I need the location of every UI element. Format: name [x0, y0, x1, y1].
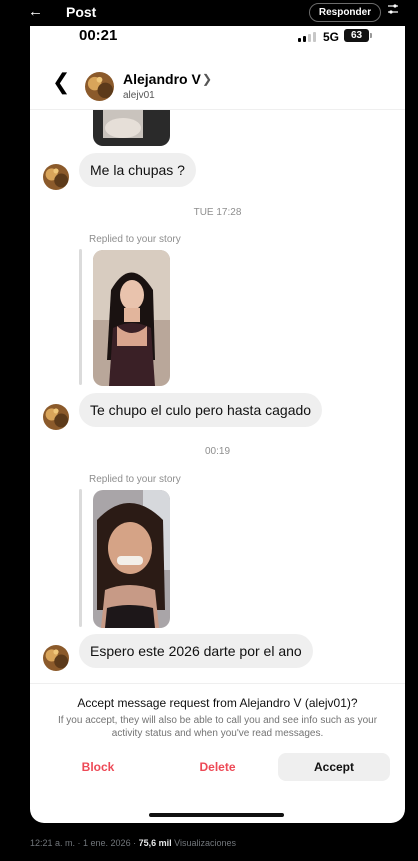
- chevron-right-icon[interactable]: ❯: [202, 72, 212, 86]
- chevron-left-icon[interactable]: ❮: [52, 70, 70, 95]
- quote-bar: [79, 489, 82, 627]
- story-thumbnail[interactable]: [93, 490, 170, 628]
- sliders-icon[interactable]: [387, 3, 399, 18]
- quote-bar: [79, 249, 82, 385]
- back-arrow-icon[interactable]: ←: [28, 3, 43, 20]
- network-label: 5G: [323, 30, 340, 44]
- views-count: 75,6 mil: [138, 838, 172, 848]
- post-title: Post: [66, 4, 97, 20]
- post-meta: 12:21 a. m. · 1 ene. 2026 · 75,6 mil Vis…: [30, 838, 236, 848]
- status-bar: 00:21 5G 63: [30, 26, 405, 48]
- avatar[interactable]: [43, 645, 69, 671]
- contact-name[interactable]: Alejandro V: [123, 71, 201, 87]
- status-time: 00:21: [79, 27, 118, 44]
- story-thumbnail-partial[interactable]: [93, 110, 170, 146]
- avatar[interactable]: [43, 404, 69, 430]
- avatar[interactable]: [43, 164, 69, 190]
- accept-button[interactable]: Accept: [278, 753, 390, 781]
- story-thumbnail[interactable]: [93, 250, 170, 386]
- post-top-bar: ← Post Responder: [0, 0, 418, 26]
- message-bubble[interactable]: Espero este 2026 darte por el ano: [79, 634, 313, 668]
- request-subtext: If you accept, they will also be able to…: [57, 715, 378, 739]
- reply-button[interactable]: Responder: [309, 3, 381, 22]
- message-bubble[interactable]: Me la chupas ?: [79, 153, 196, 187]
- message-bubble[interactable]: Te chupo el culo pero hasta cagado: [79, 393, 323, 427]
- chat-header: ❮ Alejandro V ❯ alejv01: [30, 58, 405, 110]
- views-label: Visualizaciones: [171, 838, 236, 848]
- battery-icon: 63: [344, 29, 372, 42]
- timestamp: TUE 17:28: [193, 207, 242, 218]
- replied-to-story-label: Replied to your story: [89, 234, 181, 245]
- replied-to-story-label: Replied to your story: [89, 474, 181, 485]
- timestamp: 00:19: [204, 446, 231, 457]
- dm-screenshot: 00:21 5G 63 ❮ Alejandro V ❯ alejv01 Me l…: [30, 26, 405, 823]
- delete-button[interactable]: Delete: [185, 753, 250, 781]
- block-button[interactable]: Block: [68, 753, 128, 781]
- post-datetime[interactable]: 12:21 a. m. · 1 ene. 2026 ·: [30, 838, 139, 848]
- contact-handle: alejv01: [123, 90, 155, 101]
- home-indicator: [149, 813, 284, 817]
- request-question: Accept message request from Alejandro V …: [77, 696, 358, 710]
- message-request-panel: Accept message request from Alejandro V …: [30, 683, 405, 781]
- avatar[interactable]: [85, 72, 114, 101]
- signal-icon: [298, 32, 316, 42]
